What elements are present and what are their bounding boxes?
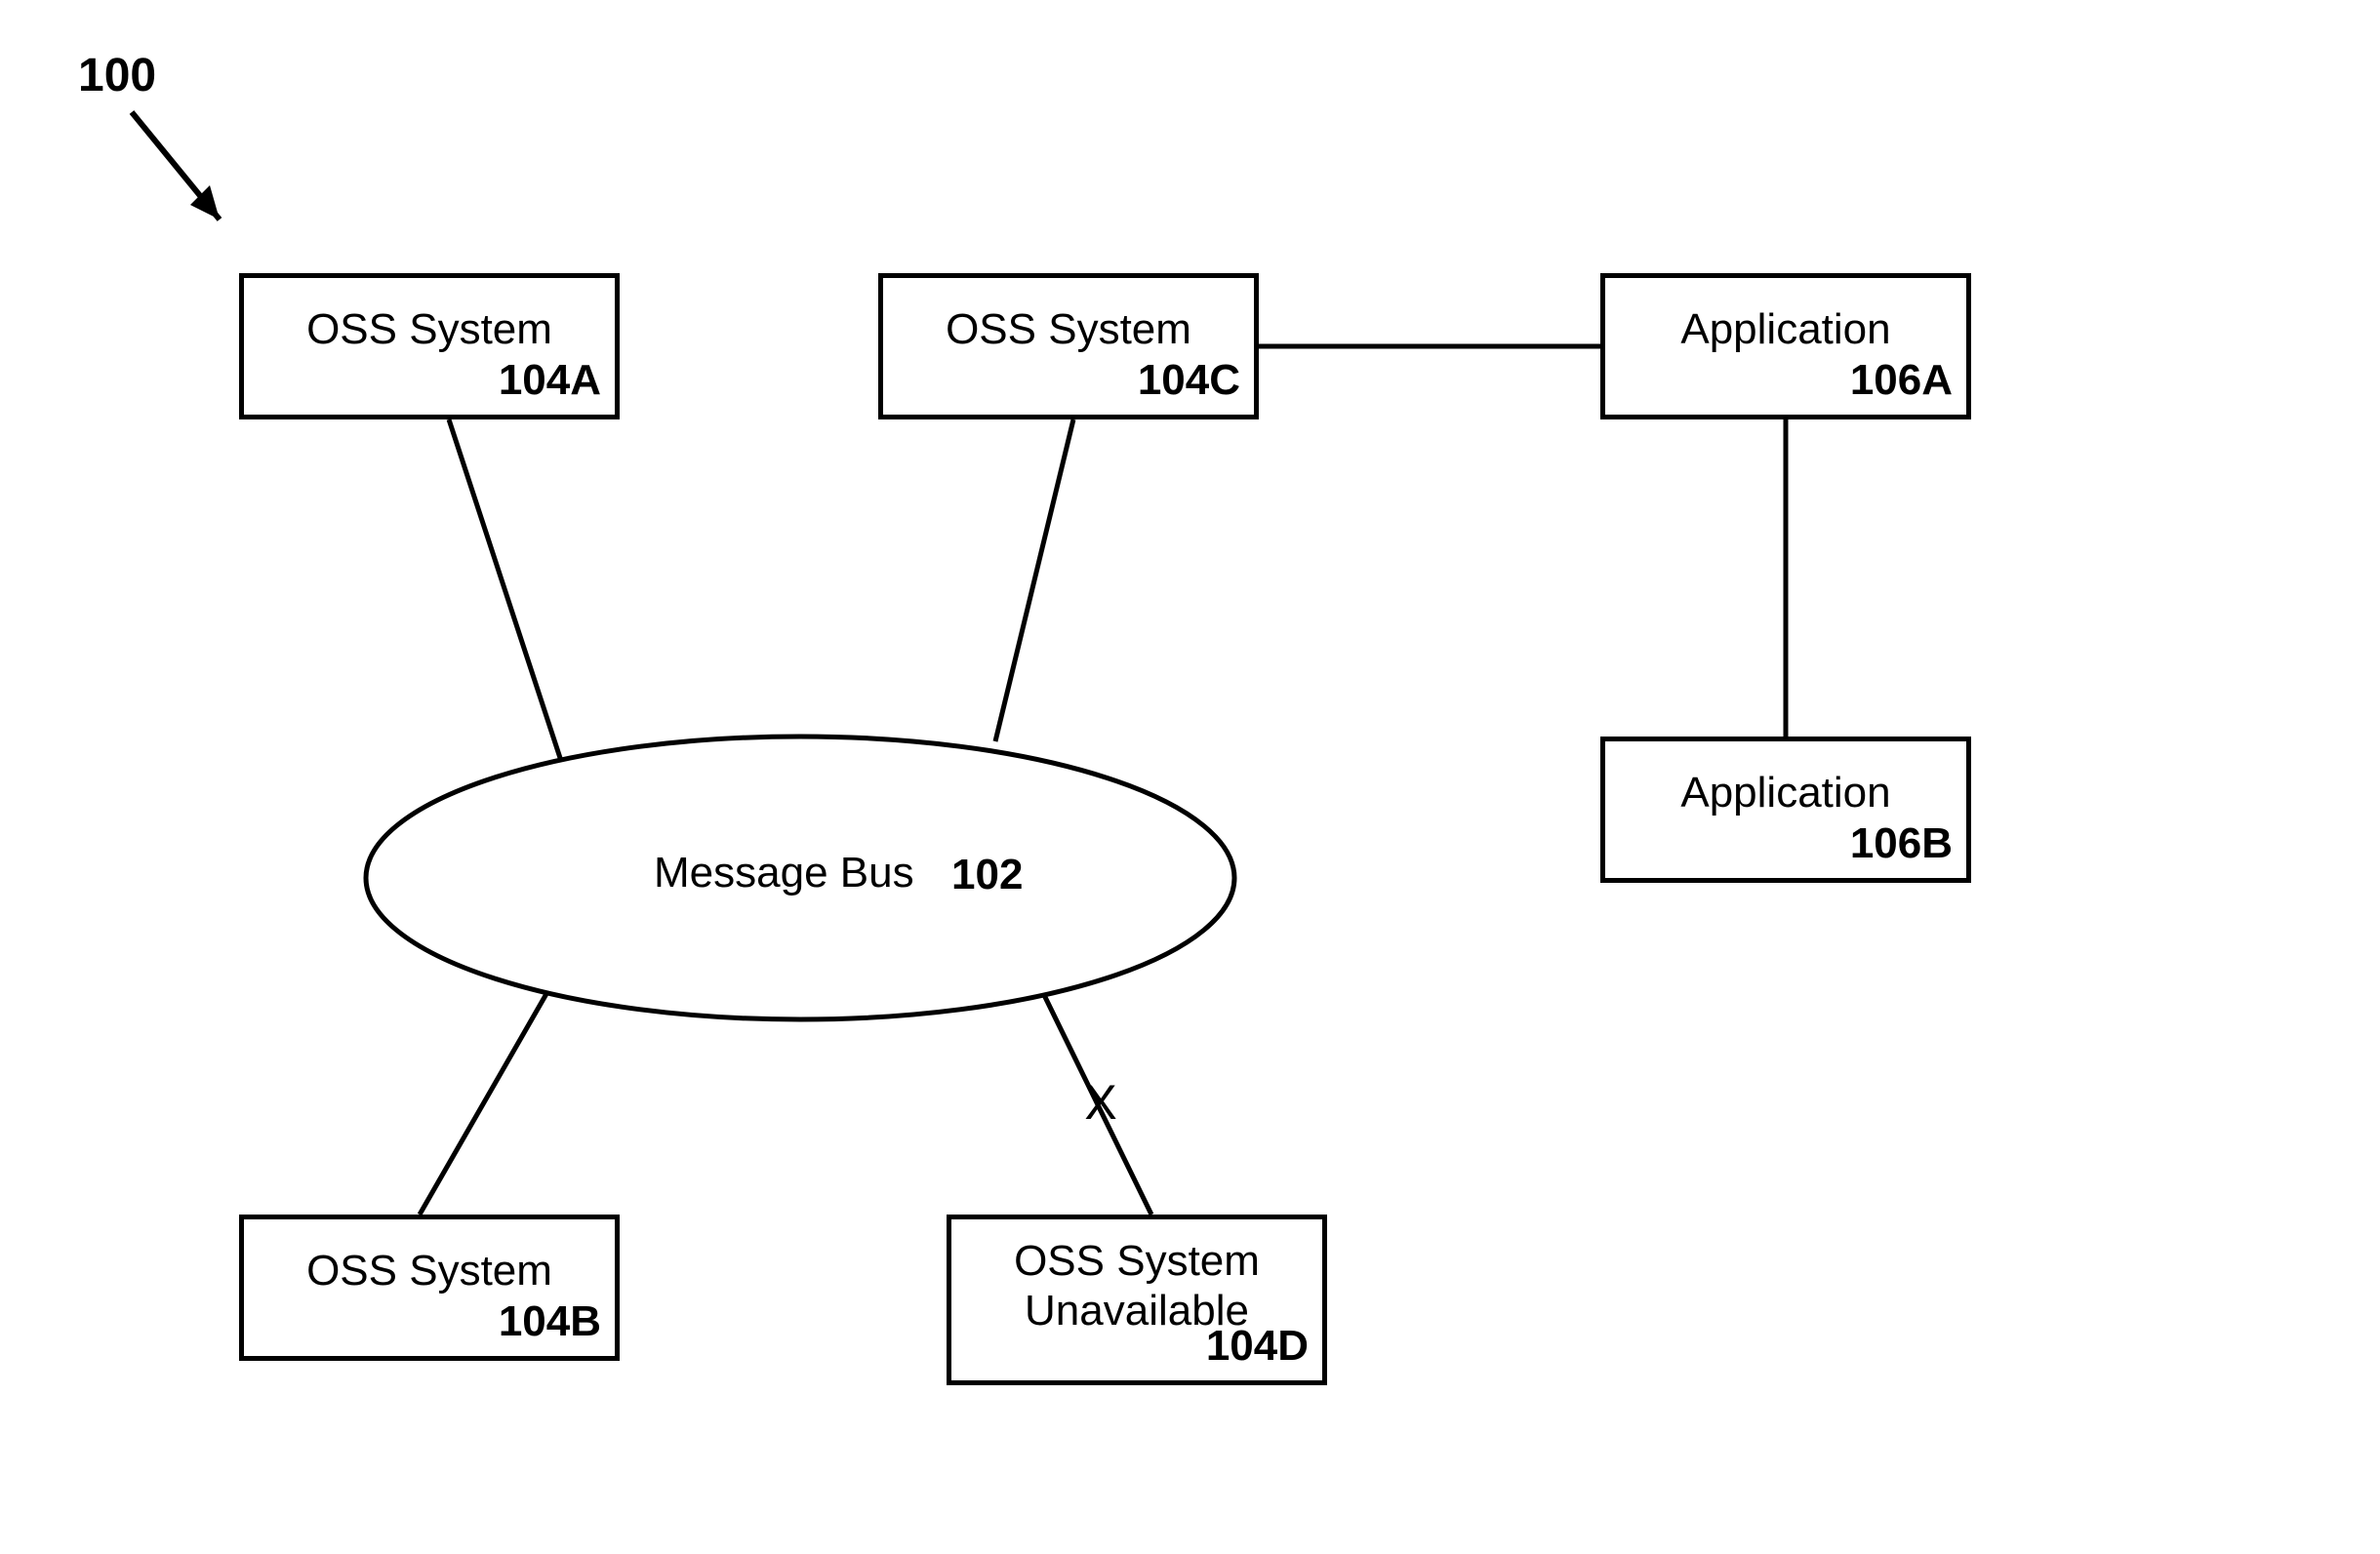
box-label: OSS System	[244, 1247, 615, 1295]
broken-link-icon: X	[1084, 1074, 1116, 1131]
box-oss-104c: OSS System 104C	[878, 273, 1259, 419]
box-label: OSS System	[883, 305, 1254, 354]
box-oss-104d: OSS System Unavailable 104D	[947, 1215, 1327, 1385]
box-ref: 104C	[1138, 356, 1240, 405]
box-app-106a: Application 106A	[1600, 273, 1971, 419]
box-oss-104a: OSS System 104A	[239, 273, 620, 419]
box-oss-104b: OSS System 104B	[239, 1215, 620, 1361]
box-ref: 104B	[499, 1297, 601, 1346]
box-ref: 106B	[1850, 819, 1953, 868]
box-ref: 104D	[1206, 1322, 1309, 1371]
box-label: Application	[1605, 769, 1966, 817]
box-label: OSS System	[244, 305, 615, 354]
figure-reference: 100	[78, 49, 156, 102]
ellipse-label: Message Bus	[654, 849, 914, 897]
box-label: Application	[1605, 305, 1966, 354]
box-ref: 106A	[1850, 356, 1953, 405]
box-app-106b: Application 106B	[1600, 737, 1971, 883]
box-label: OSS System Unavailable	[951, 1237, 1322, 1335]
ellipse-ref: 102	[951, 851, 1023, 899]
ellipse-message-bus: Message Bus 102	[361, 732, 1239, 1024]
diagram-canvas: 100 OSS System 104A OSS System 104C Appl…	[0, 0, 2380, 1554]
box-ref: 104A	[499, 356, 601, 405]
